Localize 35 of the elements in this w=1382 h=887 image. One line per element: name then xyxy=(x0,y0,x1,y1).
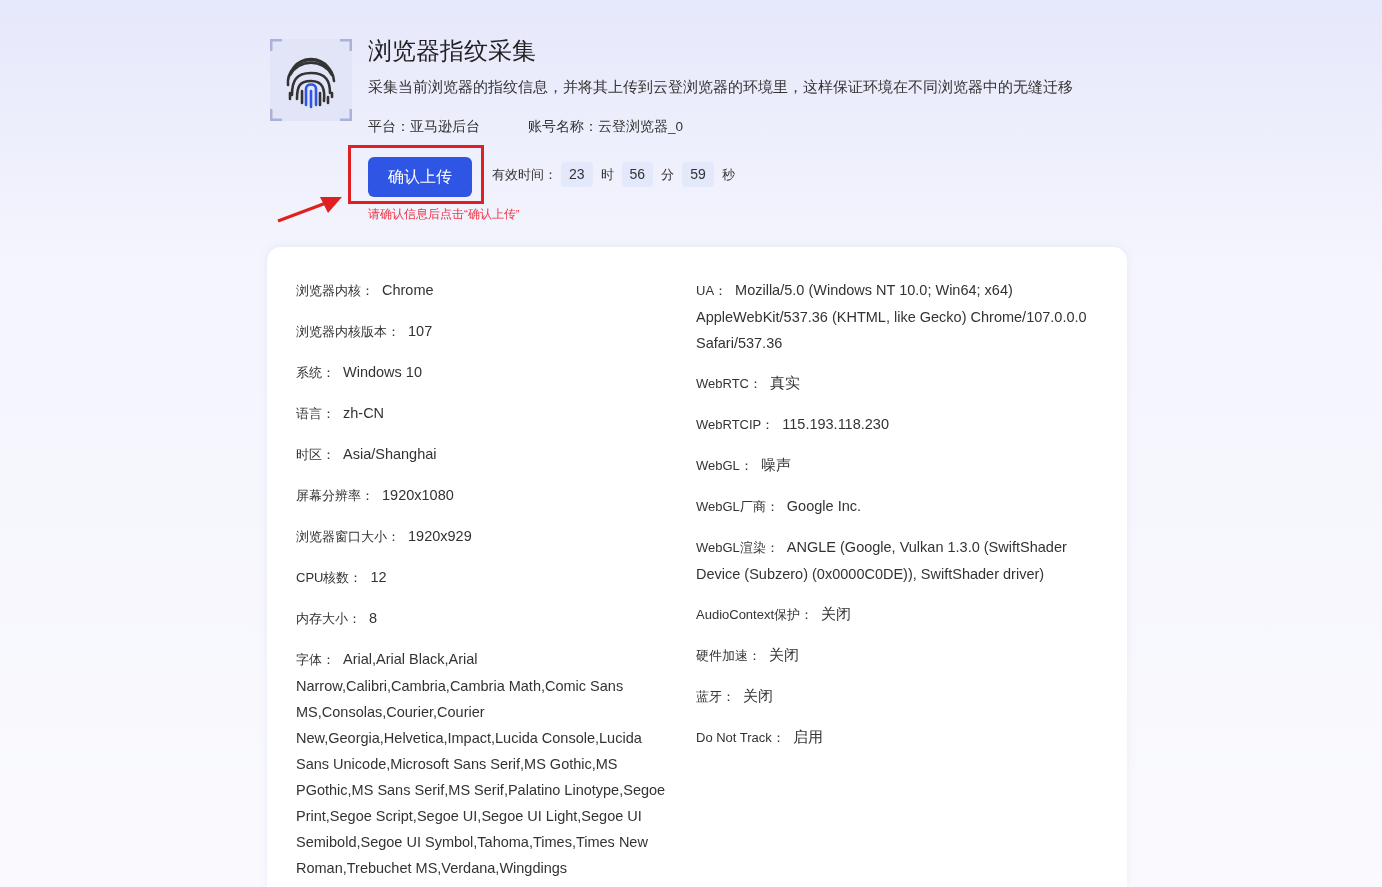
countdown-value: 59 xyxy=(682,161,714,187)
info-field: Do Not Track： 启用 xyxy=(696,724,1096,751)
info-field: 硬件加速： 关闭 xyxy=(696,642,1096,669)
countdown-unit: 时 xyxy=(600,165,614,184)
info-field: WebGL厂商： Google Inc. xyxy=(696,493,1096,520)
meta-text: 账号名称：云登浏览器_0 xyxy=(528,117,684,136)
info-field: 字体： Arial,Arial Black,Arial Narrow,Calibri,Cambria,Cambria Math,Comic Sans MS,Consolas,Courier,Courier New,Georgia,Helvetica,Impact,Lucida Console,Lucida Sans Unicode,Microsoft Sans Serif,MS Gothic,MS PGothic,MS Sans Serif,MS Serif,Palatino Linotype,Segoe Print,Segoe Script,Segoe UI,Segoe UI Light,Segoe UI Semibold,Segoe UI Symbol,Tahoma,Times,Times New Roman,Trebuchet MS,Verdana,Wingdings xyxy=(296,646,668,881)
info-field: 蓝牙： 关闭 xyxy=(696,683,1096,710)
info-field: AudioContext保护： 关闭 xyxy=(696,601,1096,628)
info-field: CPU核数： 12 xyxy=(296,564,668,591)
confirm-upload-button[interactable]: 确认上传 xyxy=(368,156,472,197)
info-field: 浏览器窗口大小： 1920x929 xyxy=(296,523,668,550)
info-field: 语言： zh-CN xyxy=(296,400,668,427)
countdown-value: 23 xyxy=(561,161,593,187)
info-field: 浏览器内核版本： 107 xyxy=(296,318,668,345)
info-field: WebGL渲染： ANGLE (Google, Vulkan 1.3.0 (SwiftShader Device (Subzero) (0x0000C0DE)), SwiftShader driver) xyxy=(696,534,1096,587)
countdown-value: 56 xyxy=(621,161,654,187)
info-field: 浏览器内核： Chrome xyxy=(296,277,668,304)
info-field: 内存大小： 8 xyxy=(296,605,668,632)
arrow-icon xyxy=(276,194,344,223)
countdown-unit: 分 xyxy=(661,165,675,184)
description-text: 采集当前浏览器的指纹信息，并将其上传到云登浏览器的环境里，这样保证环境在不同浏览器中的无缝迁移 xyxy=(368,77,1074,97)
info-field: WebRTCIP： 115.193.118.230 xyxy=(696,411,1096,438)
hint-text: 请确认信息后点击“确认上传” xyxy=(368,206,521,222)
info-field: 时区： Asia/Shanghai xyxy=(296,441,668,468)
countdown-label: 有效时间： xyxy=(492,165,557,184)
meta-text: 平台：亚马逊后台 xyxy=(368,117,480,136)
page-title: 浏览器指纹采集 xyxy=(368,36,537,66)
info-field: 屏幕分辨率： 1920x1080 xyxy=(296,482,668,509)
countdown-unit: 秒 xyxy=(721,165,735,184)
info-field: WebGL： 噪声 xyxy=(696,452,1096,479)
fingerprint-icon xyxy=(270,39,352,121)
info-field: UA： Mozilla/5.0 (Windows NT 10.0; Win64; x64) AppleWebKit/537.36 (KHTML, like Gecko) Chrome/107.0.0.0 Safari/537.36 xyxy=(696,277,1096,356)
info-field: WebRTC： 真实 xyxy=(696,370,1096,397)
info-field: 系统： Windows 10 xyxy=(296,359,668,386)
